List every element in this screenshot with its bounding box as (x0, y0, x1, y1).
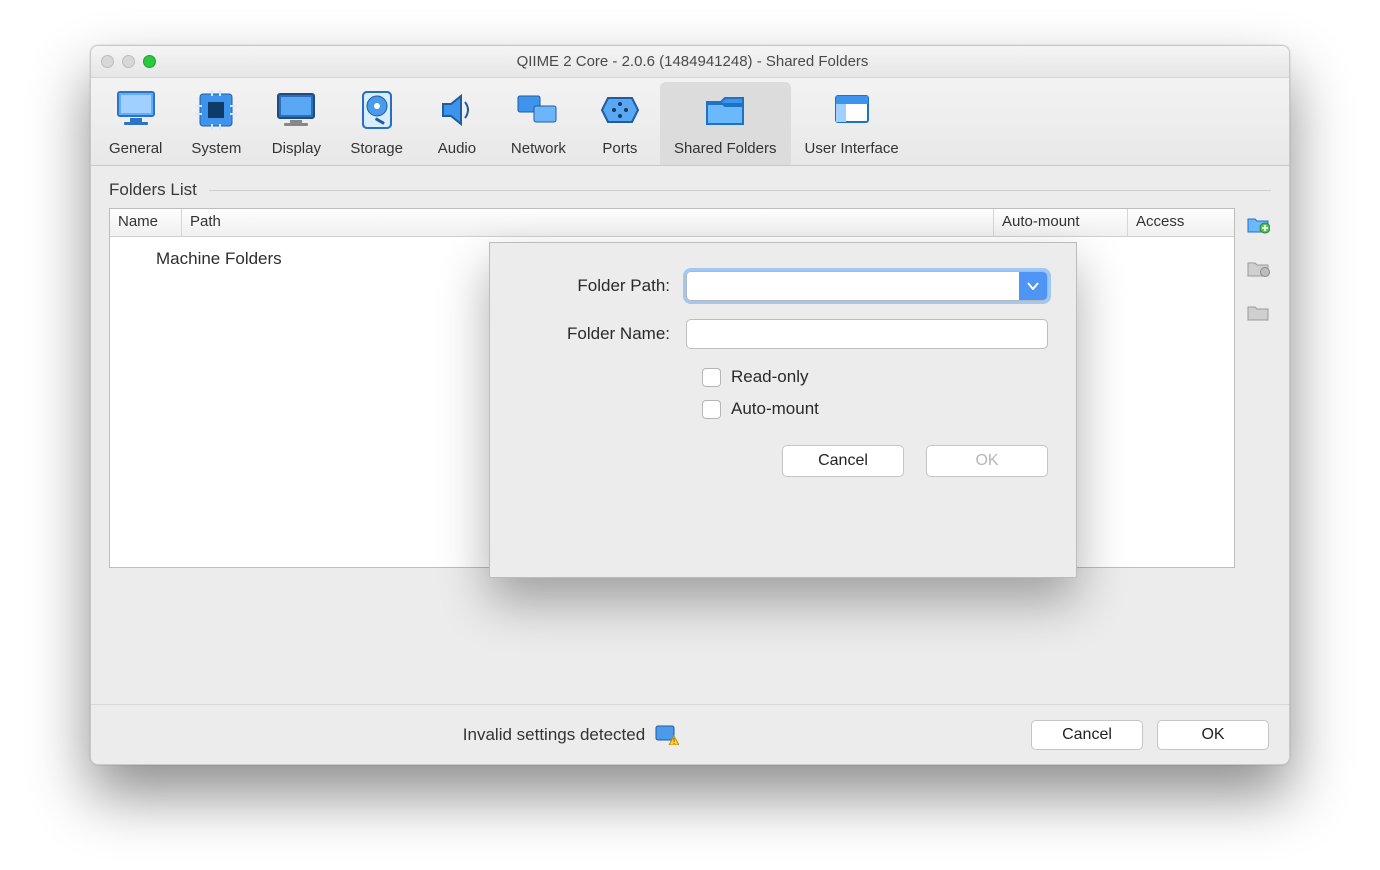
edit-folder-button[interactable] (1245, 256, 1271, 278)
add-folder-button[interactable] (1245, 212, 1271, 234)
folder-path-dropdown-button[interactable] (1019, 272, 1047, 300)
tab-label: Display (272, 140, 321, 157)
display-icon (270, 88, 322, 132)
folder-path-combo[interactable] (686, 271, 1048, 301)
folder-icon (699, 88, 751, 132)
sheet-ok-button[interactable]: OK (926, 445, 1048, 477)
tab-label: System (191, 140, 241, 157)
tab-label: User Interface (805, 140, 899, 157)
tab-audio[interactable]: Audio (417, 82, 497, 165)
folder-side-buttons (1245, 208, 1271, 568)
remove-folder-button[interactable] (1245, 300, 1271, 322)
tab-shared-folders[interactable]: Shared Folders (660, 82, 791, 165)
footer-cancel-button[interactable]: Cancel (1031, 720, 1143, 750)
col-access[interactable]: Access (1128, 209, 1234, 236)
separator (209, 190, 1271, 191)
tab-label: Shared Folders (674, 140, 777, 157)
settings-window: QIIME 2 Core - 2.0.6 (1484941248) - Shar… (90, 45, 1290, 765)
tab-label: Audio (438, 140, 476, 157)
add-share-sheet: Folder Path: Folder Name: Read-only Auto… (489, 242, 1077, 578)
readonly-checkbox[interactable] (702, 368, 721, 387)
window-title: QIIME 2 Core - 2.0.6 (1484941248) - Shar… (106, 53, 1279, 70)
footer-ok-button[interactable]: OK (1157, 720, 1269, 750)
folders-list-heading: Folders List (109, 180, 209, 200)
folder-name-input[interactable] (686, 319, 1048, 349)
table-header: Name Path Auto-mount Access (110, 209, 1234, 237)
monitor-icon (110, 88, 162, 132)
invalid-settings-text: Invalid settings detected (463, 725, 645, 745)
speaker-icon (431, 88, 483, 132)
automount-checkbox[interactable] (702, 400, 721, 419)
tab-label: Ports (602, 140, 637, 157)
settings-toolbar: General System Display Sto (91, 78, 1289, 166)
tab-display[interactable]: Display (256, 82, 336, 165)
automount-label: Auto-mount (731, 399, 819, 419)
ports-icon (594, 88, 646, 132)
warning-icon[interactable]: ! (655, 725, 679, 745)
chip-icon (190, 88, 242, 132)
svg-text:!: ! (673, 737, 675, 745)
tab-network[interactable]: Network (497, 82, 580, 165)
readonly-label: Read-only (731, 367, 809, 387)
folder-path-input[interactable] (687, 272, 1019, 300)
tab-ports[interactable]: Ports (580, 82, 660, 165)
ui-icon (826, 88, 878, 132)
tab-storage[interactable]: Storage (336, 82, 417, 165)
tab-general[interactable]: General (95, 82, 176, 165)
network-icon (512, 88, 564, 132)
col-path[interactable]: Path (182, 209, 994, 236)
folder-path-label: Folder Path: (518, 276, 686, 296)
sheet-cancel-button[interactable]: Cancel (782, 445, 904, 477)
tab-label: General (109, 140, 162, 157)
tab-user-interface[interactable]: User Interface (791, 82, 913, 165)
folder-name-label: Folder Name: (518, 324, 686, 344)
tab-label: Storage (350, 140, 403, 157)
titlebar: QIIME 2 Core - 2.0.6 (1484941248) - Shar… (91, 46, 1289, 78)
tab-system[interactable]: System (176, 82, 256, 165)
col-name[interactable]: Name (110, 209, 182, 236)
tab-label: Network (511, 140, 566, 157)
col-automount[interactable]: Auto-mount (994, 209, 1128, 236)
footer: Invalid settings detected ! Cancel OK (91, 704, 1289, 764)
disk-icon (351, 88, 403, 132)
